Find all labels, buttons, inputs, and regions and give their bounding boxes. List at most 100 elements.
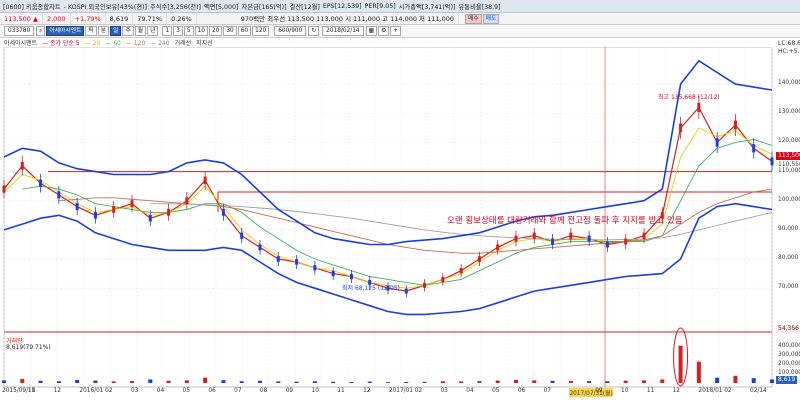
info-item: 시가총액[3,741(억)] [398, 3, 456, 11]
lc-tag: LC:68.60 [778, 40, 800, 47]
calendar-icon[interactable]: ▦ [365, 26, 378, 36]
candle-body [295, 259, 299, 265]
bar-count-field[interactable]: 600/900 [274, 26, 307, 36]
candle-body [221, 209, 225, 216]
interval-button[interactable]: 30 [223, 26, 237, 36]
turnover-pct: 0.26% [167, 13, 197, 24]
volume-bar [111, 381, 116, 383]
date-axis-label: 12 [363, 388, 371, 394]
volume-bar [404, 381, 409, 383]
date-axis-label: 05 [182, 388, 190, 394]
candle-body [39, 179, 43, 187]
date-axis-label: 09 [285, 388, 294, 394]
volume-bar [751, 378, 756, 383]
interval-button[interactable]: 1 [162, 26, 173, 36]
info-item: 액면[5,000] [203, 3, 239, 11]
interval-button[interactable]: 5 [183, 26, 194, 36]
interval-button[interactable]: 120 [252, 26, 270, 36]
date-axis-label: 11 [337, 388, 345, 394]
period-button[interactable]: 주 [122, 26, 134, 36]
stock-code-input[interactable]: 033780 [4, 26, 35, 36]
search-icon[interactable]: ⌕ [36, 26, 46, 36]
volume-bar [38, 380, 43, 383]
date-axis-label: 08 [259, 388, 268, 394]
interval-button[interactable]: 20 [208, 26, 223, 36]
price-axis-label: 110,000 [778, 167, 800, 174]
ma-legend-item: — 240 [150, 40, 170, 47]
volume-bar [349, 381, 354, 383]
info-item: 자본금[165(억)] [241, 3, 287, 11]
volume-bar [477, 381, 482, 383]
high-label: 최고 135,668 (12/12) [658, 94, 720, 101]
volume-bar [605, 381, 610, 383]
price-axis-label: 130,000 [778, 109, 800, 116]
date-field[interactable]: 2018/02/14 [322, 26, 364, 36]
current-price: 113,500 ▲ [0, 13, 43, 24]
period-button[interactable]: 일 [110, 26, 122, 36]
volume-bar [514, 379, 518, 383]
interval-button[interactable]: 10 [194, 26, 208, 36]
candle-body [331, 270, 335, 277]
candle-body [569, 232, 573, 239]
candle-body [733, 120, 737, 130]
candle-body [459, 268, 463, 274]
period-button[interactable]: 년 [147, 26, 159, 36]
ma-legend-item: — 종가 단순 5 [42, 40, 80, 47]
candle-body [276, 256, 280, 262]
period-button[interactable]: 틱 [85, 26, 97, 36]
period-button[interactable]: 분 [97, 26, 110, 36]
interval-button[interactable]: 3 [173, 26, 183, 36]
candle-body [75, 203, 79, 211]
date-axis-label: 12 [672, 388, 680, 394]
volume-bar [568, 380, 573, 383]
candle-body [203, 176, 207, 185]
info-item: - KOSPI 외국인보유[43%(현)] [63, 3, 147, 11]
candle-body [148, 214, 152, 222]
ma-legend-item: — 120 [125, 40, 146, 47]
series-line [3, 106, 773, 292]
date-axis-label: 10 [621, 388, 629, 394]
price-axis-label: 100,000 [778, 196, 800, 203]
volume-bar [733, 375, 738, 383]
info-item: PER[9.05] [364, 2, 396, 10]
volume-bar [715, 377, 720, 383]
date-axis-label: 04 [466, 388, 474, 394]
date-axis-label: 04 [156, 388, 165, 394]
volume-bar [166, 380, 171, 383]
period-button[interactable]: 월 [134, 26, 147, 36]
interval-button[interactable]: 60 [237, 26, 252, 36]
volume-bar [148, 379, 153, 383]
volume-value: 8,619 [106, 13, 134, 24]
date-axis-label: 03 [130, 388, 139, 394]
settings-icon[interactable]: ⚙ [378, 26, 390, 36]
volume-axis-label: 100,000 [778, 370, 800, 377]
sell-button[interactable]: 매도 [482, 13, 500, 24]
candle-body [770, 157, 774, 166]
volume-bar [642, 380, 646, 383]
add-icon[interactable]: + [390, 26, 402, 36]
volume-bar [459, 381, 464, 383]
low-label: 최저 68,125 (12/05) [342, 285, 400, 292]
volume-bar [532, 380, 537, 383]
volume-bar [550, 380, 555, 383]
candle-body [532, 232, 536, 239]
stock-name-field[interactable]: 아세아시멘트 [46, 26, 85, 36]
candle-body [258, 244, 262, 251]
refresh-icon[interactable]: ↻ [308, 26, 320, 36]
date-axis-label: 07 [543, 388, 552, 394]
candle-body [130, 200, 134, 208]
info-item: 주식수[3,256(천)] [149, 3, 201, 11]
date-axis-label: 02 [414, 388, 423, 394]
volume-bar [312, 381, 317, 383]
buy-button[interactable]: 매수 [464, 13, 482, 24]
candle-body [624, 238, 628, 245]
date-axis-label: 07 [234, 388, 242, 394]
volume-bar [294, 381, 299, 383]
candle-body [679, 123, 683, 133]
date-axis-label: 12 [53, 388, 61, 394]
info-item: [0600] 키움종합차트 [3, 3, 61, 11]
price-axis-label: 80,000 [778, 255, 799, 262]
volume-bar [660, 379, 665, 383]
ma-legend-item: 거래선 [174, 40, 192, 47]
quote-summary: 970백만 최우선 113,500 113,000 시 111,000 고 11… [237, 13, 459, 24]
